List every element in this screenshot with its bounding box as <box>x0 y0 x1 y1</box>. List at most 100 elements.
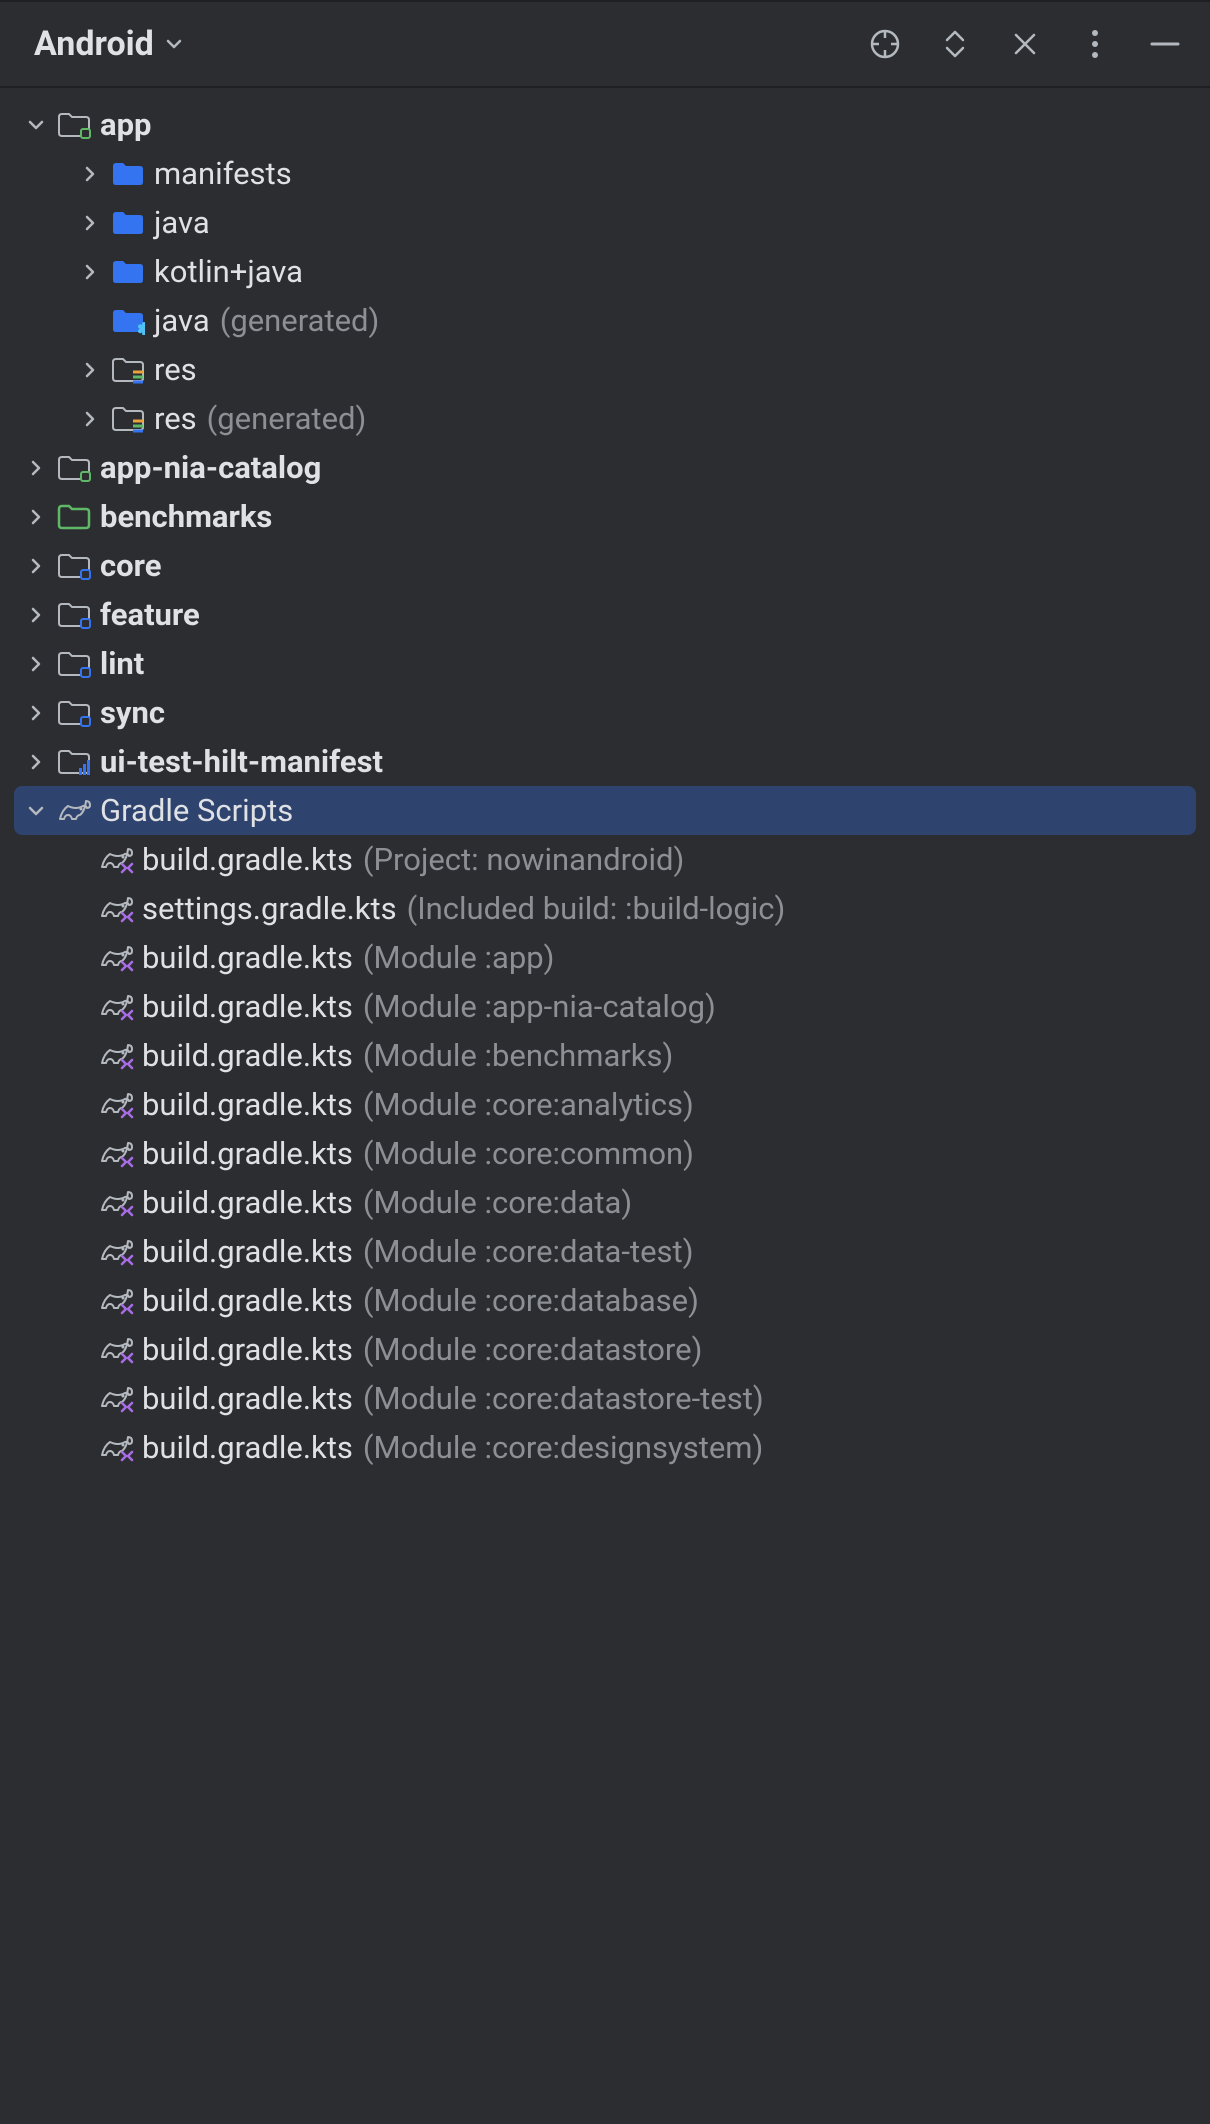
chevron-right-icon[interactable] <box>72 361 108 379</box>
folder-icon <box>108 209 148 237</box>
tree-item[interactable]: build.gradle.kts(Module :core:common) <box>0 1129 1210 1178</box>
hide-panel-icon[interactable] <box>1148 27 1182 61</box>
tree-item-label: build.gradle.kts <box>142 1086 353 1123</box>
gradle-file-icon <box>96 1189 136 1217</box>
options-menu-icon[interactable] <box>1078 27 1112 61</box>
chevron-down-icon[interactable] <box>18 802 54 820</box>
tree-item[interactable]: settings.gradle.kts (Included build: :bui… <box>0 884 1210 933</box>
tree-item-label: core <box>100 547 161 584</box>
tree-item[interactable]: build.gradle.kts (Module :core:data) <box>0 1178 1210 1227</box>
chevron-right-icon[interactable] <box>72 263 108 281</box>
gradle-file-icon <box>96 944 136 972</box>
tree-item[interactable]: manifests <box>0 149 1210 198</box>
tree-item[interactable]: build.gradle.kts(Module :core:database) <box>0 1276 1210 1325</box>
res-folder-icon <box>108 356 148 384</box>
tree-item-suffix: (Module :core:common) <box>363 1135 694 1172</box>
chevron-right-icon[interactable] <box>18 753 54 771</box>
expand-collapse-icon[interactable] <box>938 27 972 61</box>
tree-item-suffix: (Module :core:data) <box>363 1184 632 1221</box>
chevron-right-icon[interactable] <box>18 606 54 624</box>
tree-item[interactable]: sync <box>0 688 1210 737</box>
module-folder-icon <box>54 111 94 139</box>
tree-item-label: build.gradle.kts <box>142 1184 353 1221</box>
tree-item[interactable]: build.gradle.kts (Module :core:datastore-… <box>0 1374 1210 1423</box>
gradle-file-icon <box>96 1434 136 1462</box>
res-folder-icon <box>108 405 148 433</box>
tree-item-label: java <box>154 302 210 339</box>
tree-item-suffix: (Project: nowinandroid) <box>363 841 684 878</box>
module-group-icon <box>54 699 94 727</box>
tree-item[interactable]: kotlin+java <box>0 247 1210 296</box>
tree-item-label: build.gradle.kts <box>142 1331 353 1368</box>
module-group-icon <box>54 601 94 629</box>
tree-item-label: build.gradle.kts <box>142 1233 353 1270</box>
tree-item-label: build.gradle.kts <box>142 1429 353 1466</box>
tree-item-label: feature <box>100 596 200 633</box>
tree-item-label: app <box>100 106 151 143</box>
tree-item-label: build.gradle.kts <box>142 1380 353 1417</box>
tree-item[interactable]: build.gradle.kts (Module :core:analytics) <box>0 1080 1210 1129</box>
tree-item-label: build.gradle.kts <box>142 988 353 1025</box>
tree-item-label: benchmarks <box>100 498 272 535</box>
chevron-right-icon[interactable] <box>18 459 54 477</box>
tree-item[interactable]: core <box>0 541 1210 590</box>
tree-item-label: build.gradle.kts <box>142 841 353 878</box>
tree-item[interactable]: app <box>0 100 1210 149</box>
tree-item-suffix: (Module :core:database) <box>363 1282 699 1319</box>
tree-item[interactable]: build.gradle.kts(Module :app-nia-catalog… <box>0 982 1210 1031</box>
module-chart-icon <box>54 748 94 776</box>
gradle-file-icon <box>96 993 136 1021</box>
tree-item-label: settings.gradle.kts <box>142 890 397 927</box>
tree-item-suffix: (Module :core:analytics) <box>363 1086 694 1123</box>
chevron-right-icon[interactable] <box>72 410 108 428</box>
tree-item[interactable]: res <box>0 345 1210 394</box>
panel-header: Android <box>0 2 1210 88</box>
tree-item-suffix: (Included build: :build-logic) <box>407 890 786 927</box>
tree-item-label: build.gradle.kts <box>142 939 353 976</box>
collapse-all-icon[interactable] <box>1008 27 1042 61</box>
tree-item[interactable]: build.gradle.kts (Project: nowinandroid) <box>0 835 1210 884</box>
tree-item[interactable]: benchmarks <box>0 492 1210 541</box>
view-selector-chevron-icon[interactable] <box>164 34 184 54</box>
tree-item[interactable]: build.gradle.kts (Module :core:designsyst… <box>0 1423 1210 1472</box>
tree-item[interactable]: ui-test-hilt-manifest <box>0 737 1210 786</box>
folder-icon <box>108 258 148 286</box>
header-actions <box>868 27 1182 61</box>
tree-item[interactable]: Gradle Scripts <box>14 786 1196 835</box>
tree-item[interactable]: build.gradle.kts (Module :core:datastore) <box>0 1325 1210 1374</box>
tree-item-label: java <box>154 204 210 241</box>
tree-item-label: lint <box>100 645 144 682</box>
tree-item-label: res <box>154 351 197 388</box>
tree-item-suffix: (Module :core:datastore-test) <box>363 1380 764 1417</box>
view-selector-label[interactable]: Android <box>34 24 154 64</box>
tree-item-label: manifests <box>154 155 292 192</box>
svg-text:✽: ✽ <box>137 320 145 335</box>
project-tree[interactable]: app manifests java kotlin+java ✽ java (ge… <box>0 88 1210 2124</box>
chevron-right-icon[interactable] <box>72 165 108 183</box>
chevron-down-icon[interactable] <box>18 116 54 134</box>
folder-icon <box>108 160 148 188</box>
tree-item[interactable]: java <box>0 198 1210 247</box>
tree-item[interactable]: lint <box>0 639 1210 688</box>
tree-item[interactable]: build.gradle.kts (Module :app) <box>0 933 1210 982</box>
tree-item[interactable]: res(generated) <box>0 394 1210 443</box>
tree-item[interactable]: build.gradle.kts(Module :core:data-test) <box>0 1227 1210 1276</box>
tree-item[interactable]: feature <box>0 590 1210 639</box>
select-opened-file-icon[interactable] <box>868 27 902 61</box>
gradle-file-icon <box>96 1042 136 1070</box>
tree-item[interactable]: build.gradle.kts(Module :benchmarks) <box>0 1031 1210 1080</box>
chevron-right-icon[interactable] <box>18 508 54 526</box>
tree-item-suffix: (Module :app) <box>363 939 555 976</box>
chevron-right-icon[interactable] <box>72 214 108 232</box>
chevron-right-icon[interactable] <box>18 557 54 575</box>
gradle-icon <box>54 797 94 825</box>
tree-item-suffix: (Module :core:designsystem) <box>363 1429 763 1466</box>
tree-item[interactable]: app-nia-catalog <box>0 443 1210 492</box>
chevron-right-icon[interactable] <box>18 704 54 722</box>
tree-item-suffix: (generated) <box>220 302 380 339</box>
tree-item[interactable]: ✽ java (generated) <box>0 296 1210 345</box>
tree-item-suffix: (Module :core:datastore) <box>363 1331 703 1368</box>
tree-item-label: ui-test-hilt-manifest <box>100 743 383 780</box>
gradle-file-icon <box>96 1287 136 1315</box>
chevron-right-icon[interactable] <box>18 655 54 673</box>
